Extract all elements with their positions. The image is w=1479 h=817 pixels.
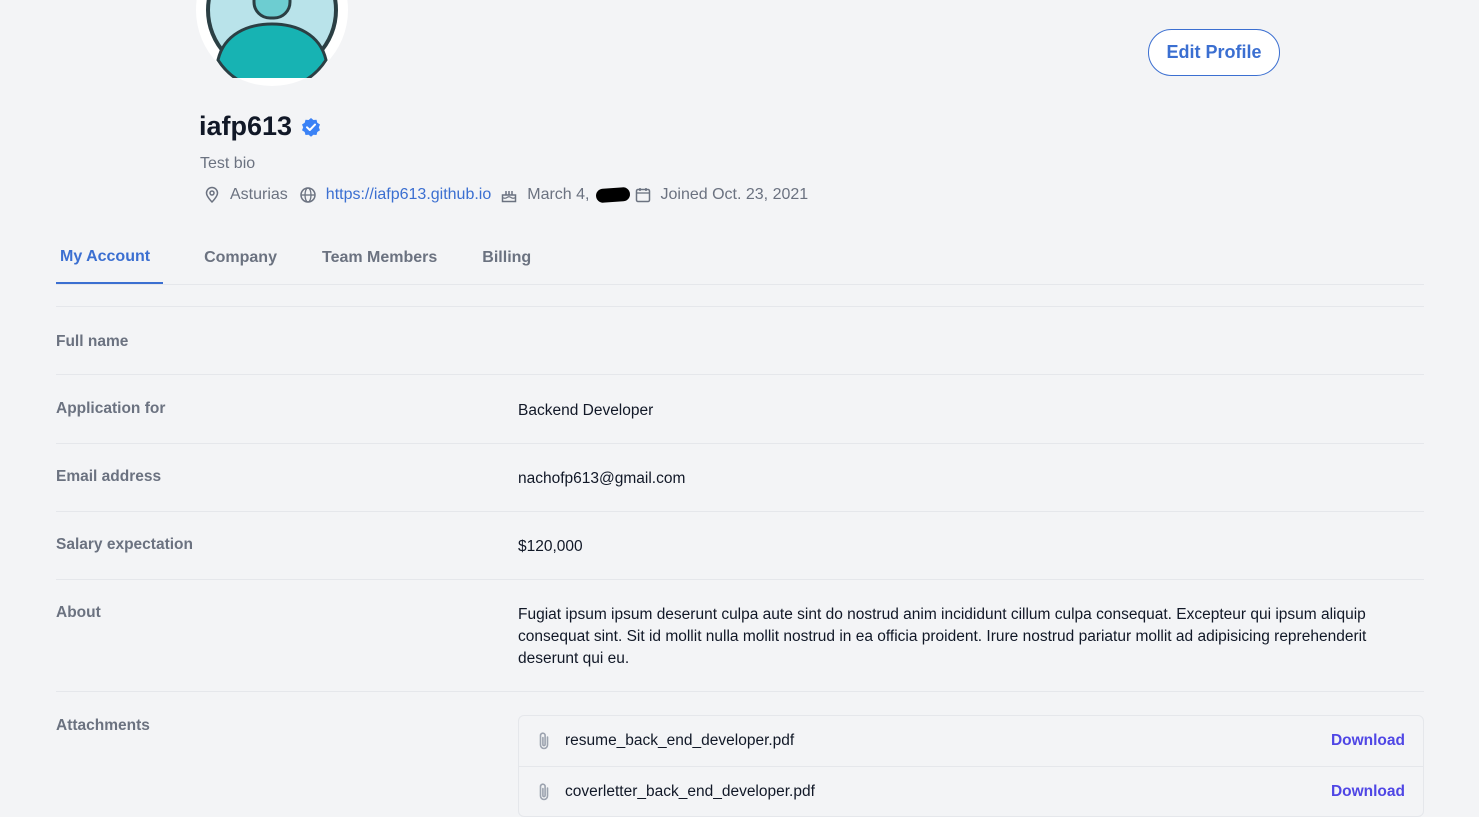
profile-header: iafp613 [199, 111, 321, 142]
detail-value [518, 333, 1424, 374]
joined-item: Joined Oct. 23, 2021 [634, 186, 809, 204]
detail-label: Full name [56, 333, 129, 350]
detail-value: Backend Developer [518, 402, 654, 419]
default-avatar-icon [206, 0, 338, 78]
detail-label: Application for [56, 400, 166, 417]
globe-icon [299, 186, 317, 204]
profile-meta: Asturias https://iafp613.github.io March… [203, 186, 817, 204]
detail-label: Salary expectation [56, 536, 193, 553]
cake-icon [500, 186, 518, 204]
username: iafp613 [199, 111, 293, 141]
detail-row-full-name: Full name [56, 307, 1424, 375]
detail-row-about: About Fugiat ipsum ipsum deserunt culpa … [56, 580, 1424, 692]
detail-row-salary: Salary expectation $120,000 [56, 512, 1424, 580]
download-link[interactable]: Download [1331, 730, 1405, 752]
detail-value: $120,000 [518, 538, 583, 555]
birthday-text: March 4, [527, 186, 590, 203]
birthday-item: March 4, [500, 186, 630, 204]
tab-company[interactable]: Company [204, 232, 277, 284]
tab-billing[interactable]: Billing [482, 232, 531, 284]
location-text: Asturias [230, 186, 288, 203]
avatar [196, 0, 348, 86]
detail-label: Attachments [56, 717, 150, 734]
detail-row-attachments: Attachments resume_back_end_developer.pd… [56, 692, 1424, 817]
calendar-icon [634, 186, 652, 204]
attachment-filename: coverletter_back_end_developer.pdf [565, 782, 815, 800]
detail-value: Fugiat ipsum ipsum deserunt culpa aute s… [518, 606, 1367, 667]
attachments-box: resume_back_end_developer.pdf Download c… [518, 715, 1424, 817]
location-item: Asturias [203, 186, 288, 204]
download-link[interactable]: Download [1331, 781, 1405, 803]
paperclip-icon [535, 782, 553, 802]
tab-team-members[interactable]: Team Members [322, 232, 437, 284]
website-link[interactable]: https://iafp613.github.io [326, 186, 491, 204]
detail-label: Email address [56, 468, 162, 485]
joined-text: Joined Oct. 23, 2021 [660, 186, 809, 203]
bio: Test bio [200, 155, 256, 172]
verified-badge-icon [301, 117, 321, 137]
tab-my-account[interactable]: My Account [56, 232, 164, 284]
detail-value: nachofp613@gmail.com [518, 470, 686, 487]
paperclip-icon [535, 731, 553, 751]
attachments-list: resume_back_end_developer.pdf Download c… [518, 715, 1424, 817]
detail-label: About [56, 604, 101, 621]
detail-row-application: Application for Backend Developer [56, 375, 1424, 444]
tab-bar: My Account Company Team Members Billing [56, 232, 1424, 285]
attachment-filename: resume_back_end_developer.pdf [565, 732, 795, 749]
detail-row-email: Email address nachofp613@gmail.com [56, 444, 1424, 512]
attachment-item: resume_back_end_developer.pdf Download [519, 716, 1423, 766]
website-item: https://iafp613.github.io [299, 186, 491, 204]
edit-profile-button[interactable]: Edit Profile [1148, 29, 1280, 76]
location-pin-icon [203, 186, 221, 204]
account-details: Full name Application for Backend Develo… [56, 306, 1424, 817]
redaction-mark [595, 186, 630, 204]
